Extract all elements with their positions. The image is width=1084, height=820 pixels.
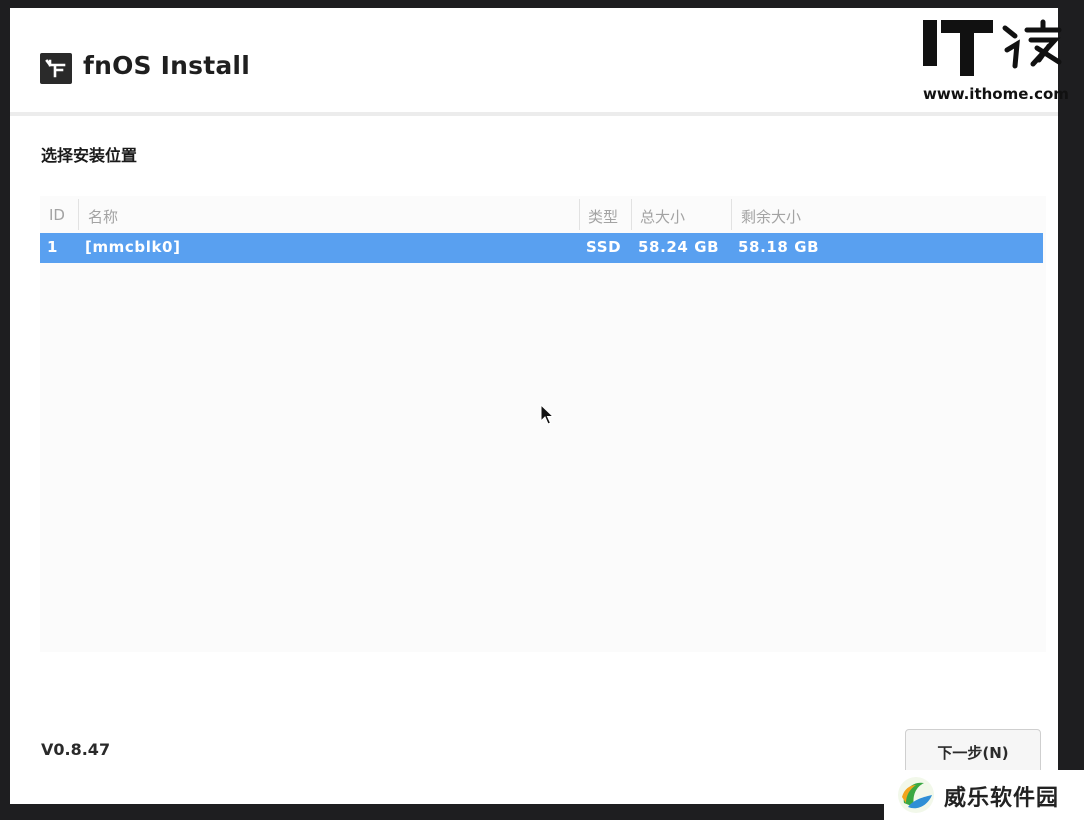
column-divider[interactable] <box>631 199 632 230</box>
column-header-type[interactable]: 类型 <box>588 206 618 227</box>
app-title: fnOS Install <box>83 51 250 80</box>
column-header-id[interactable]: ID <box>49 206 65 224</box>
cell-free: 58.18 GB <box>738 238 820 256</box>
column-divider[interactable] <box>731 199 732 230</box>
watermark-url: www.ithome.com <box>923 85 1069 103</box>
cell-id: 1 <box>47 238 59 256</box>
mouse-cursor-icon <box>540 404 554 425</box>
next-button[interactable]: 下一步(N) <box>905 729 1041 775</box>
cell-total: 58.24 GB <box>638 238 720 256</box>
site-logo-icon <box>898 777 934 813</box>
section-title: 选择安装位置 <box>41 146 138 165</box>
installer-window: fnOS Install 选择安装位置 ID 名称 类型 总大小 剩余大小 1 … <box>10 8 1058 804</box>
watermark-badge-text: 威乐软件园 <box>944 785 1060 811</box>
fnos-logo-icon <box>40 53 72 84</box>
table-header: ID 名称 类型 总大小 剩余大小 <box>40 196 1046 233</box>
column-divider[interactable] <box>78 199 79 230</box>
screen: fnOS Install 选择安装位置 ID 名称 类型 总大小 剩余大小 1 … <box>0 0 1084 820</box>
header-bar: fnOS Install <box>10 8 1058 116</box>
column-header-name[interactable]: 名称 <box>88 206 118 227</box>
watermark-badge: 威乐软件园 <box>884 770 1084 820</box>
version-label: V0.8.47 <box>41 740 111 759</box>
column-header-total[interactable]: 总大小 <box>640 206 685 227</box>
ithome-logo-icon <box>923 19 1062 76</box>
column-header-free[interactable]: 剩余大小 <box>741 206 801 227</box>
column-divider[interactable] <box>579 199 580 230</box>
cell-name: [mmcblk0] <box>85 238 181 256</box>
cell-type: SSD <box>586 238 622 256</box>
table-row-selected[interactable]: 1 [mmcblk0] SSD 58.24 GB 58.18 GB <box>40 233 1043 263</box>
